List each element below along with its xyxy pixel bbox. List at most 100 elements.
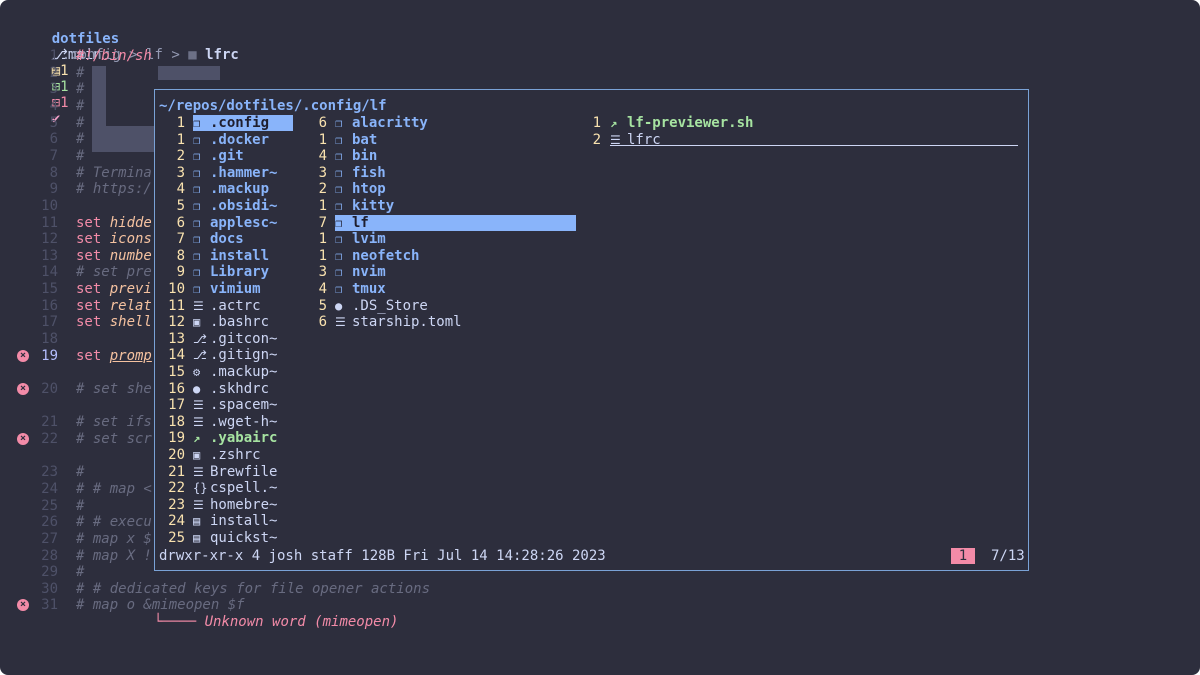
code-line[interactable]: set promp — [76, 348, 152, 364]
code-line[interactable]: set previ — [76, 281, 152, 297]
file-entry[interactable]: ▤ quickst~ — [193, 530, 277, 546]
code-line[interactable]: # # dedicated keys for file opener actio… — [76, 581, 430, 597]
file-name: .hammer~ — [210, 164, 278, 181]
code-line[interactable]: # map X ! — [76, 548, 152, 564]
line-number: 28 — [41, 547, 58, 564]
code-line[interactable]: # set she — [76, 381, 152, 397]
folder-entry[interactable]: ❐ .config — [193, 115, 293, 131]
folder-entry[interactable]: ❐ htop — [335, 181, 386, 197]
code-line[interactable]: set icons — [76, 231, 152, 247]
folder-entry[interactable]: ❐ applesc~ — [193, 215, 277, 231]
file-entry[interactable]: ▣ .bashrc — [193, 314, 269, 330]
folder-entry[interactable]: ❐ .mackup — [193, 181, 269, 197]
error-icon[interactable]: × — [17, 432, 29, 445]
file-entry[interactable]: ☰ .actrc — [193, 298, 261, 314]
folder-entry[interactable]: ❐ tmux — [335, 281, 386, 297]
folder-icon: ❐ — [193, 232, 201, 247]
breadcrumb-current-file[interactable]: lfrc — [205, 47, 239, 63]
file-entry[interactable]: ⎇ .gitcon~ — [193, 331, 277, 347]
code-line[interactable]: set numbe — [76, 248, 152, 264]
file-entry[interactable]: {} cspell.~ — [193, 480, 277, 496]
code-line[interactable]: # set scr — [76, 431, 152, 447]
modified-count: 1 — [60, 63, 69, 79]
error-icon[interactable]: × — [17, 349, 29, 362]
code-line[interactable]: # — [76, 564, 84, 580]
folder-entry[interactable]: ❐ nvim — [335, 264, 386, 280]
folder-entry[interactable]: ❐ .obsidi~ — [193, 198, 277, 214]
file-entry[interactable]: ☰ .wget-h~ — [193, 414, 277, 430]
code-line[interactable]: # — [76, 81, 84, 97]
code-line[interactable]: # map o &mimeopen $f — [76, 597, 245, 613]
code-line[interactable]: # map x $ — [76, 531, 152, 547]
file-name: .DS_Store — [352, 297, 428, 314]
code-line[interactable]: # Termina — [76, 165, 152, 181]
comment: # map o &mimeopen $f — [76, 597, 245, 614]
code-line[interactable]: # — [76, 131, 84, 147]
error-icon[interactable]: × — [17, 383, 29, 395]
folder-icon: ❐ — [335, 215, 343, 230]
item-count: 24 — [168, 513, 185, 530]
code-line[interactable]: # — [76, 115, 84, 131]
folder-entry[interactable]: ❐ .git — [193, 148, 244, 164]
code-line[interactable]: # — [76, 98, 84, 114]
file-entry[interactable]: ● .skhdrc — [193, 381, 269, 397]
file-entry[interactable]: ☰ starship.toml — [335, 314, 462, 330]
code-line[interactable]: set relat — [76, 298, 152, 314]
file-name: applesc~ — [210, 214, 278, 231]
comment: # — [76, 97, 85, 114]
folder-entry[interactable]: ❐ lf — [335, 214, 576, 231]
folder-entry[interactable]: ❐ fish — [335, 165, 386, 181]
file-entry[interactable]: ⎇ .gitign~ — [193, 347, 277, 363]
code-line[interactable]: # — [76, 498, 84, 514]
code-line[interactable]: # — [76, 65, 84, 81]
code-line[interactable]: # # execu — [76, 514, 152, 530]
file-entry[interactable]: ↗ .yabairc — [193, 430, 277, 446]
file-entry[interactable]: ☰ homebre~ — [193, 497, 277, 513]
folder-entry[interactable]: ❐ kitty — [335, 198, 394, 214]
code-line[interactable]: # https:/ — [76, 181, 152, 197]
option-name: hidde — [109, 214, 152, 231]
folder-entry[interactable]: ❐ vimium — [193, 281, 261, 297]
folder-entry[interactable]: ❐ neofetch — [335, 248, 419, 264]
folder-entry[interactable]: ❐ bat — [335, 132, 377, 148]
file-entry[interactable]: ↗ lf-previewer.sh — [610, 115, 753, 131]
file-name: lf-previewer.sh — [627, 115, 754, 131]
code-line[interactable]: # — [76, 464, 84, 480]
file-name: lvim — [352, 231, 386, 248]
item-count: 1 — [176, 115, 185, 131]
file-entry[interactable]: ☰ Brewfile — [193, 464, 277, 480]
file-entry[interactable]: ▤ install~ — [193, 513, 277, 529]
line-number: 9 — [49, 181, 58, 198]
code-line[interactable]: # — [76, 148, 84, 164]
code-line[interactable]: #!/bin/sh — [76, 48, 152, 64]
lf-file-manager[interactable]: ~/repos/dotfiles/.config/lf 1 ❐ .config 1 ❐.… — [154, 89, 1029, 571]
folder-entry[interactable]: ❐ alacritty — [335, 115, 428, 131]
file-entry[interactable]: ● .DS_Store — [335, 298, 428, 314]
item-count: 9 — [176, 264, 185, 281]
line-number — [28, 448, 58, 464]
code-line[interactable]: # # map < — [76, 481, 152, 497]
diagnostic-text: Unknown word (mimeopen) — [204, 614, 399, 630]
file-name: install~ — [210, 513, 278, 530]
code-line[interactable]: # set pre — [76, 264, 152, 280]
diagnostic-message: └──── Unknown word (mimeopen) — [154, 614, 399, 630]
file-name: .spacem~ — [210, 397, 278, 414]
folder-entry[interactable]: ❐ docs — [193, 231, 244, 247]
file-entry[interactable]: ☰ .spacem~ — [193, 397, 277, 413]
file-name: lf — [352, 214, 369, 231]
file-entry[interactable]: ⚙ .mackup~ — [193, 364, 277, 380]
folder-entry[interactable]: ❐ lvim — [335, 231, 386, 247]
code-line[interactable]: set shell — [76, 314, 152, 330]
code-line[interactable]: # set ifs — [76, 414, 152, 430]
keyword: set — [76, 231, 110, 248]
folder-entry[interactable]: ❐ install — [193, 248, 269, 264]
comment: # set ifs — [76, 414, 152, 431]
item-count: 5 — [318, 297, 327, 314]
keyword: set — [76, 214, 110, 231]
folder-entry[interactable]: ❐ .docker — [193, 132, 269, 148]
file-entry[interactable]: ▣ .zshrc — [193, 447, 261, 463]
folder-entry[interactable]: ❐ bin — [335, 148, 377, 164]
folder-entry[interactable]: ❐ Library — [193, 264, 269, 280]
code-line[interactable]: set hidde — [76, 215, 152, 231]
folder-entry[interactable]: ❐ .hammer~ — [193, 165, 277, 181]
